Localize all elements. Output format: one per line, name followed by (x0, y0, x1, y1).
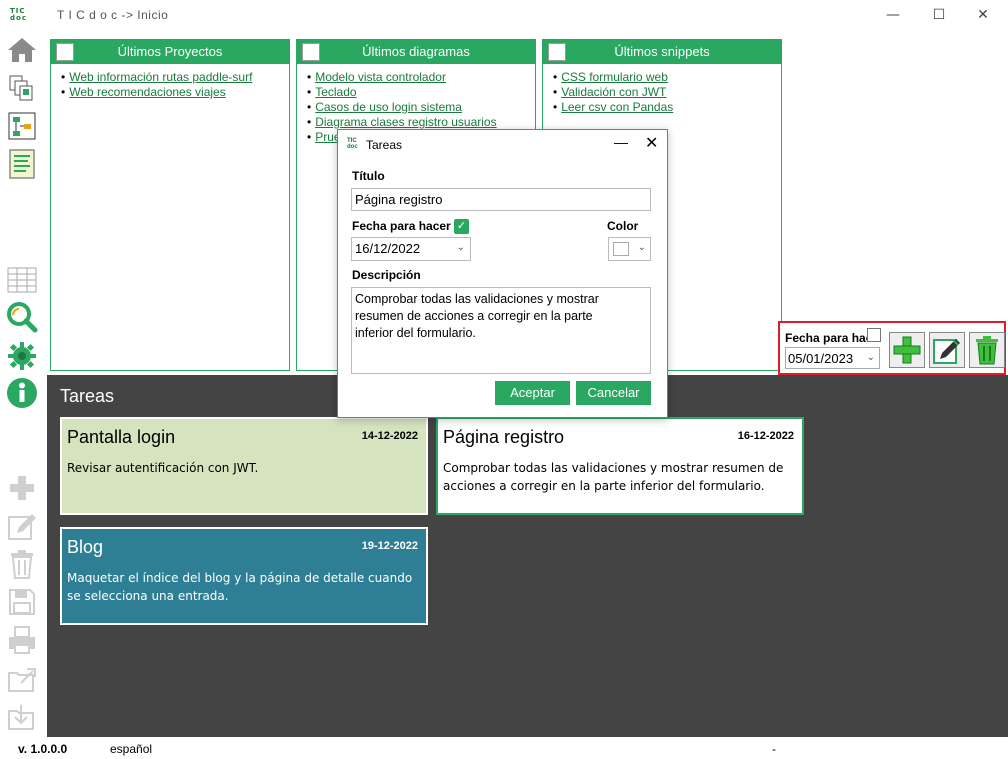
panel-title: Últimos Proyectos (117, 44, 223, 59)
chevron-down-icon: ⌄ (866, 352, 875, 363)
task-dialog: TIC doc Tareas — ✕ Título Página registr… (337, 129, 668, 418)
task-date: 14-12-2022 (361, 430, 418, 442)
task-title: Pantalla login (67, 427, 176, 447)
edit-icon (933, 339, 960, 364)
list-item[interactable]: Casos de uso login sistema (307, 100, 535, 115)
minimize-button[interactable]: — (878, 4, 908, 26)
task-desc: Maquetar el índice del blog y la página … (67, 571, 413, 603)
list-item[interactable]: Web información rutas paddle-surf (61, 70, 289, 85)
print-icon[interactable] (6, 624, 38, 656)
list-item[interactable]: Validación con JWT (553, 85, 781, 100)
list-item[interactable]: Teclado (307, 85, 535, 100)
list-item[interactable]: CSS formulario web (553, 70, 781, 85)
delete-task-button[interactable] (969, 332, 1005, 368)
task-card[interactable]: Página registro 16-12-2022 Comprobar tod… (436, 417, 804, 515)
due-date-label: Fecha para hacer (352, 219, 451, 233)
table-icon[interactable] (6, 264, 38, 296)
info-icon[interactable] (6, 377, 38, 409)
diagrams-icon[interactable] (6, 110, 38, 142)
color-label: Color (607, 219, 639, 233)
app-logo: TIC doc (347, 138, 358, 150)
color-picker[interactable]: ⌄ (608, 237, 651, 261)
task-filter: Fecha para hac 05/01/2023 ⌄ (778, 321, 1006, 375)
tasks-heading: Tareas (60, 386, 115, 406)
version-label: v. 1.0.0.0 (18, 742, 68, 756)
task-date: 16-12-2022 (737, 430, 794, 442)
task-desc: Comprobar todas las validaciones y mostr… (443, 461, 784, 493)
add-task-button[interactable] (889, 332, 925, 368)
task-title: Página registro (443, 427, 565, 447)
maximize-button[interactable]: ☐ (924, 4, 954, 26)
trash-icon[interactable] (6, 548, 38, 580)
panel-title: Últimos diagramas (362, 44, 470, 59)
plus-icon (893, 336, 921, 364)
add-icon[interactable] (6, 472, 38, 504)
task-date: 19-12-2022 (361, 540, 418, 552)
dialog-title: Tareas (366, 138, 403, 152)
snippets-icon (548, 43, 566, 61)
list-item[interactable]: Web recomendaciones viajes (61, 85, 289, 100)
gear-icon[interactable] (6, 340, 38, 372)
chevron-down-icon: ⌄ (456, 242, 465, 253)
edit-icon[interactable] (6, 510, 38, 542)
color-swatch (613, 242, 629, 256)
home-icon[interactable] (6, 34, 38, 66)
filter-checkbox[interactable] (867, 328, 881, 342)
cancel-button[interactable]: Cancelar (576, 381, 651, 405)
export-icon[interactable] (6, 662, 38, 694)
task-card[interactable]: Pantalla login 14-12-2022 Revisar autent… (60, 417, 428, 515)
search-icon[interactable] (6, 301, 38, 333)
snippets-list: CSS formulario web Validación con JWT Le… (543, 64, 781, 115)
save-icon[interactable] (6, 586, 38, 618)
window-title: T I C d o c -> Inicio (57, 8, 169, 22)
language-label: español (110, 742, 153, 756)
diagrams-icon (302, 43, 320, 61)
filter-date-picker[interactable]: 05/01/2023 ⌄ (785, 347, 880, 369)
list-item[interactable]: Modelo vista controlador (307, 70, 535, 85)
task-desc: Revisar autentificación con JWT. (67, 461, 259, 475)
import-icon[interactable] (6, 700, 38, 732)
trash-icon (976, 336, 998, 365)
app-logo: TIC doc (10, 7, 27, 22)
minimize-icon[interactable]: — (614, 134, 628, 150)
snippets-icon[interactable] (6, 148, 38, 180)
title-input[interactable]: Página registro (351, 188, 651, 211)
projects-list: Web información rutas paddle-surf Web re… (51, 64, 289, 100)
list-item[interactable]: Diagrama clases registro usuarios (307, 115, 535, 130)
panel-title: Últimos snippets (614, 44, 710, 59)
projects-icon[interactable] (6, 72, 38, 104)
title-bar: TIC doc T I C d o c -> Inicio — ☐ ✕ (0, 0, 1008, 32)
title-label: Título (352, 169, 385, 183)
accept-button[interactable]: Aceptar (495, 381, 570, 405)
status-right: - (772, 742, 776, 756)
description-textarea[interactable]: Comprobar todas las validaciones y mostr… (351, 287, 651, 374)
due-date-checkbox[interactable]: ✓ (454, 219, 469, 234)
edit-task-button[interactable] (929, 332, 965, 368)
panel-projects: Últimos Proyectos Web información rutas … (50, 39, 290, 371)
task-title: Blog (67, 537, 104, 557)
description-label: Descripción (352, 268, 421, 282)
projects-icon (56, 43, 74, 61)
due-date-picker[interactable]: 16/12/2022 ⌄ (351, 237, 471, 261)
filter-label: Fecha para hac (785, 331, 873, 345)
chevron-down-icon: ⌄ (637, 242, 646, 253)
task-card[interactable]: Blog 19-12-2022 Maquetar el índice del b… (60, 527, 428, 625)
list-item[interactable]: Leer csv con Pandas (553, 100, 781, 115)
close-button[interactable]: ✕ (968, 4, 998, 26)
close-icon[interactable]: ✕ (645, 133, 658, 153)
